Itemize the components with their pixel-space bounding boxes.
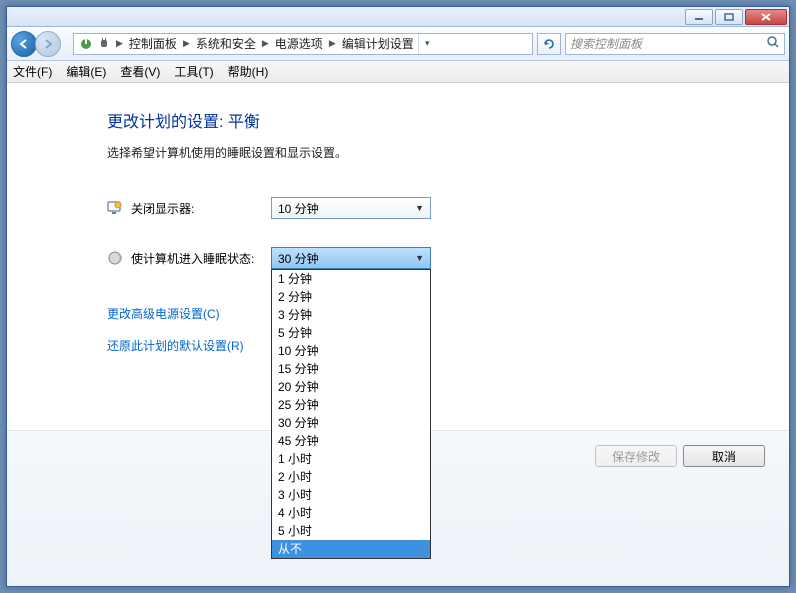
- arrow-right-icon: [42, 38, 54, 50]
- power-icon: [78, 36, 94, 52]
- sleep-option[interactable]: 5 小时: [272, 522, 430, 540]
- nav-arrows: [11, 30, 69, 58]
- sleep-option[interactable]: 1 分钟: [272, 270, 430, 288]
- cancel-button[interactable]: 取消: [683, 445, 765, 467]
- chevron-down-icon: ▼: [415, 203, 424, 213]
- nav-bar: ▶ 控制面板 ▶ 系统和安全 ▶ 电源选项 ▶ 编辑计划设置 ▾ 搜索控制面板: [7, 27, 789, 61]
- maximize-button[interactable]: [715, 9, 743, 25]
- close-icon: [761, 13, 771, 21]
- row-display-off: 关闭显示器: 10 分钟 ▼: [107, 197, 789, 219]
- page-subtitle: 选择希望计算机使用的睡眠设置和显示设置。: [107, 144, 789, 161]
- breadcrumb-item[interactable]: 编辑计划设置: [338, 34, 418, 54]
- sleep-option[interactable]: 45 分钟: [272, 432, 430, 450]
- breadcrumb-sep: ▶: [181, 38, 192, 49]
- sleep-option[interactable]: 3 分钟: [272, 306, 430, 324]
- breadcrumb-sep: ▶: [327, 38, 338, 49]
- display-off-value: 10 分钟: [278, 200, 319, 217]
- display-off-label: 关闭显示器:: [131, 200, 271, 217]
- page-title: 更改计划的设置: 平衡: [107, 108, 789, 132]
- content-area: 更改计划的设置: 平衡 选择希望计算机使用的睡眠设置和显示设置。 关闭显示器: …: [7, 84, 789, 586]
- menu-view[interactable]: 查看(V): [120, 63, 160, 80]
- search-placeholder: 搜索控制面板: [570, 35, 642, 52]
- forward-button[interactable]: [35, 31, 61, 57]
- menu-help[interactable]: 帮助(H): [228, 63, 269, 80]
- address-bar[interactable]: ▶ 控制面板 ▶ 系统和安全 ▶ 电源选项 ▶ 编辑计划设置 ▾: [73, 33, 533, 55]
- sleep-option[interactable]: 从不: [272, 540, 430, 558]
- breadcrumb-sep: ▶: [260, 38, 271, 49]
- minimize-button[interactable]: [685, 9, 713, 25]
- refresh-icon: [542, 37, 556, 51]
- sleep-select[interactable]: 30 分钟 ▼ 1 分钟2 分钟3 分钟5 分钟10 分钟15 分钟20 分钟2…: [271, 247, 431, 269]
- sleep-option[interactable]: 3 小时: [272, 486, 430, 504]
- sleep-option[interactable]: 5 分钟: [272, 324, 430, 342]
- maximize-icon: [724, 13, 734, 21]
- plug-icon: [96, 36, 112, 52]
- address-dropdown[interactable]: ▾: [418, 34, 436, 54]
- minimize-icon: [694, 13, 704, 21]
- row-sleep: 使计算机进入睡眠状态: 30 分钟 ▼ 1 分钟2 分钟3 分钟5 分钟10 分…: [107, 247, 789, 269]
- menu-bar: 文件(F) 编辑(E) 查看(V) 工具(T) 帮助(H): [7, 61, 789, 83]
- menu-file[interactable]: 文件(F): [13, 63, 52, 80]
- menu-tools[interactable]: 工具(T): [174, 63, 213, 80]
- sleep-option[interactable]: 1 小时: [272, 450, 430, 468]
- titlebar: [7, 7, 789, 27]
- back-button[interactable]: [11, 31, 37, 57]
- monitor-icon: [107, 200, 123, 216]
- refresh-button[interactable]: [537, 33, 561, 55]
- link-restore-defaults[interactable]: 还原此计划的默认设置(R): [107, 339, 244, 353]
- sleep-label: 使计算机进入睡眠状态:: [131, 250, 271, 267]
- save-button[interactable]: 保存修改: [595, 445, 677, 467]
- display-off-select[interactable]: 10 分钟 ▼: [271, 197, 431, 219]
- sleep-option[interactable]: 20 分钟: [272, 378, 430, 396]
- chevron-down-icon: ▼: [415, 253, 424, 263]
- window: ▶ 控制面板 ▶ 系统和安全 ▶ 电源选项 ▶ 编辑计划设置 ▾ 搜索控制面板 …: [6, 6, 790, 587]
- breadcrumb-item[interactable]: 系统和安全: [192, 34, 260, 54]
- sleep-option[interactable]: 15 分钟: [272, 360, 430, 378]
- breadcrumb-item[interactable]: 电源选项: [271, 34, 327, 54]
- sleep-option[interactable]: 25 分钟: [272, 396, 430, 414]
- sleep-option[interactable]: 4 小时: [272, 504, 430, 522]
- sleep-value: 30 分钟: [278, 250, 319, 267]
- menu-edit[interactable]: 编辑(E): [66, 63, 106, 80]
- moon-icon: [107, 250, 123, 266]
- sleep-option[interactable]: 2 小时: [272, 468, 430, 486]
- sleep-dropdown[interactable]: 1 分钟2 分钟3 分钟5 分钟10 分钟15 分钟20 分钟25 分钟30 分…: [271, 269, 431, 559]
- close-button[interactable]: [745, 9, 787, 25]
- search-input[interactable]: 搜索控制面板: [565, 33, 785, 55]
- breadcrumb-item[interactable]: 控制面板: [125, 34, 181, 54]
- sleep-option[interactable]: 10 分钟: [272, 342, 430, 360]
- link-advanced-settings[interactable]: 更改高级电源设置(C): [107, 307, 220, 321]
- breadcrumb-sep: ▶: [114, 38, 125, 49]
- sleep-option[interactable]: 30 分钟: [272, 414, 430, 432]
- search-icon: [766, 35, 780, 52]
- sleep-option[interactable]: 2 分钟: [272, 288, 430, 306]
- arrow-left-icon: [18, 38, 30, 50]
